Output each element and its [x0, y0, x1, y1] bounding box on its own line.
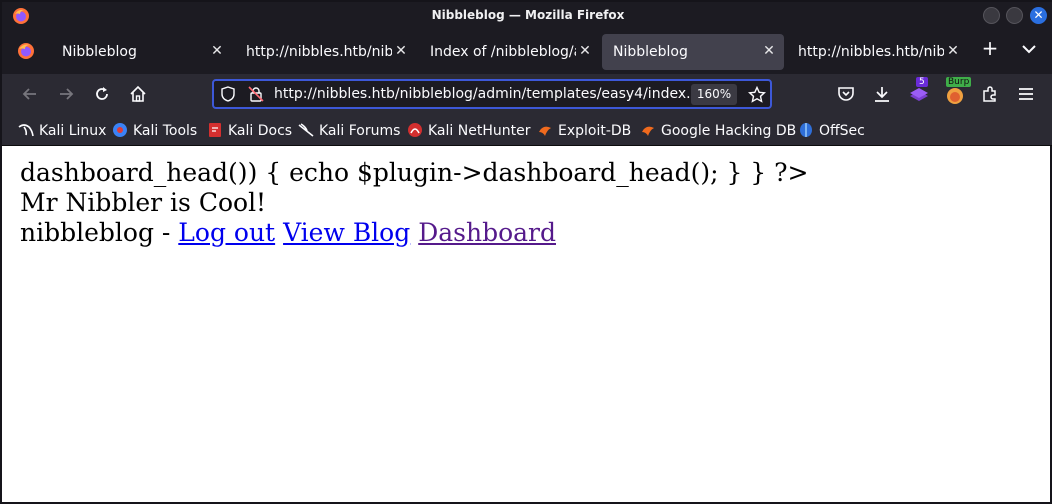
- logout-link[interactable]: Log out: [178, 218, 275, 247]
- maximize-button[interactable]: [1006, 7, 1023, 24]
- bookmark-label: Google Hacking DB: [661, 123, 797, 139]
- extensions-puzzle-icon[interactable]: [980, 84, 1000, 104]
- blog-slogan: Mr Nibbler is Cool!: [20, 188, 267, 217]
- tab-nibbles-url-2[interactable]: http://nibbles.htb/nibb ✕: [784, 34, 968, 70]
- pocket-icon[interactable]: [836, 84, 856, 104]
- url-bar[interactable]: http://nibbles.htb/nibbleblog/admin/temp…: [212, 79, 772, 109]
- tab-nibbles-url-1[interactable]: http://nibbles.htb/nibb ✕: [232, 34, 416, 70]
- bookmark-kali-nethunter[interactable]: Kali NetHunter: [407, 122, 530, 140]
- title-bar: Nibbleblog — Mozilla Firefox ✕: [2, 2, 1052, 30]
- bookmark-kali-linux[interactable]: Kali Linux: [18, 122, 106, 140]
- url-text[interactable]: http://nibbles.htb/nibbleblog/admin/temp…: [274, 86, 691, 102]
- kali-docs-icon: [209, 123, 221, 137]
- bookmark-kali-tools[interactable]: Kali Tools: [112, 122, 197, 140]
- offsec-icon: [800, 123, 812, 137]
- tab-close-icon[interactable]: ✕: [760, 42, 778, 60]
- bookmark-google-hacking-db[interactable]: Google Hacking DB: [640, 122, 796, 140]
- kali-icon: [18, 124, 34, 137]
- tab-index-of[interactable]: Index of /nibbleblog/ad ✕: [416, 34, 600, 70]
- tab-label: http://nibbles.htb/nibb: [798, 44, 944, 60]
- tab-label: Index of /nibbleblog/ad: [430, 44, 576, 60]
- burp-label: Burp: [946, 77, 972, 87]
- bookmark-label: Kali Docs: [228, 123, 293, 139]
- tab-close-icon[interactable]: ✕: [392, 42, 410, 60]
- firefox-window: Nibbleblog — Mozilla Firefox ✕ Nibbleblo…: [0, 0, 1052, 504]
- tab-close-icon[interactable]: ✕: [576, 42, 594, 60]
- bookmarks-toolbar: Kali Linux Kali Tools Kali Docs Kali For…: [2, 114, 1052, 146]
- insecure-lock-icon[interactable]: [248, 86, 264, 102]
- php-source-line: dashboard_head()) { echo $plugin->dashbo…: [20, 158, 809, 187]
- dashboard-link[interactable]: Dashboard: [418, 218, 556, 247]
- home-icon[interactable]: [128, 84, 148, 104]
- page-content: dashboard_head()) { echo $plugin->dashbo…: [2, 146, 1050, 502]
- tab-nibbleblog-1[interactable]: Nibbleblog ✕: [48, 34, 232, 70]
- chevron-down-icon[interactable]: [1020, 40, 1038, 58]
- burp-extension-button[interactable]: Burp: [944, 77, 972, 105]
- new-tab-plus-icon[interactable]: +: [980, 38, 1000, 58]
- reload-icon[interactable]: [92, 84, 112, 104]
- admin-nav-line: nibbleblog - Log out View Blog Dashboard: [20, 218, 809, 248]
- bookmark-kali-docs[interactable]: Kali Docs: [207, 122, 292, 140]
- bookmark-label: Kali Linux: [39, 123, 107, 139]
- downloads-icon[interactable]: [872, 84, 892, 104]
- tab-nibbleblog-active[interactable]: Nibbleblog ✕: [602, 34, 784, 70]
- bookmark-label: Kali Tools: [133, 123, 198, 139]
- close-window-button[interactable]: ✕: [1030, 7, 1047, 24]
- exploitdb-icon: [539, 126, 551, 136]
- tab-close-icon[interactable]: ✕: [208, 42, 226, 60]
- bookmark-star-icon[interactable]: [748, 86, 766, 104]
- bookmark-label: OffSec: [819, 123, 865, 139]
- bookmark-label: Exploit-DB: [558, 123, 632, 139]
- kali-forums-icon: [298, 123, 314, 137]
- page-body-text: dashboard_head()) { echo $plugin->dashbo…: [20, 158, 809, 248]
- window-title: Nibbleblog — Mozilla Firefox: [431, 8, 625, 22]
- bookmark-offsec[interactable]: OffSec: [798, 122, 865, 140]
- firefox-view-icon[interactable]: [16, 41, 36, 61]
- navigation-toolbar: http://nibbles.htb/nibbleblog/admin/temp…: [2, 74, 1052, 114]
- extension-badge-button[interactable]: 5: [908, 77, 930, 105]
- bookmark-exploit-db[interactable]: Exploit-DB: [537, 122, 631, 140]
- forward-arrow-icon[interactable]: [56, 84, 76, 104]
- tracking-shield-icon[interactable]: [220, 86, 236, 102]
- view-blog-link[interactable]: View Blog: [283, 218, 410, 247]
- bookmark-label: Kali NetHunter: [428, 123, 531, 139]
- bookmark-label: Kali Forums: [319, 123, 401, 139]
- tab-close-icon[interactable]: ✕: [944, 42, 962, 60]
- zoom-level-button[interactable]: 160%: [691, 84, 737, 105]
- nethunter-icon: [408, 123, 422, 137]
- bookmark-kali-forums[interactable]: Kali Forums: [298, 122, 400, 140]
- tab-label: Nibbleblog: [62, 44, 137, 60]
- tab-label: Nibbleblog: [613, 44, 688, 60]
- minimize-button[interactable]: [983, 7, 1000, 24]
- hamburger-menu-icon[interactable]: [1016, 84, 1036, 104]
- ghdb-icon: [642, 126, 654, 136]
- kali-tools-icon: [113, 123, 127, 137]
- tab-label: http://nibbles.htb/nibb: [246, 44, 392, 60]
- extension-count-badge: 5: [916, 77, 928, 87]
- back-arrow-icon[interactable]: [20, 84, 40, 104]
- blog-name-prefix: nibbleblog -: [20, 218, 179, 247]
